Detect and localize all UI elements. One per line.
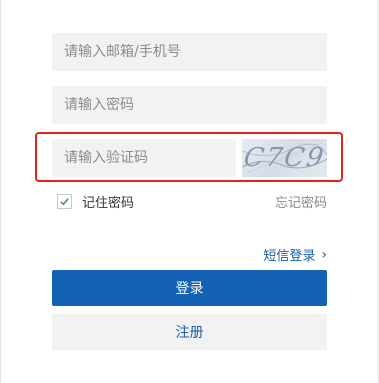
sms-login-link[interactable]: 短信登录 › (263, 245, 327, 265)
email-phone-field[interactable] (52, 33, 327, 71)
forgot-password-link[interactable]: 忘记密码 (275, 192, 327, 211)
remember-checkbox[interactable] (57, 194, 72, 209)
remember-password[interactable]: 记住密码 (57, 192, 134, 211)
register-button[interactable]: 注册 (52, 314, 327, 350)
remember-label: 记住密码 (82, 196, 135, 211)
check-icon (60, 198, 69, 206)
captcha-highlight-box (35, 132, 343, 182)
login-button[interactable]: 登录 (52, 270, 327, 306)
password-field[interactable] (52, 86, 327, 124)
sms-login-label: 短信登录 (263, 249, 316, 264)
left-border (0, 0, 1, 383)
email-phone-input[interactable] (64, 44, 327, 60)
password-input[interactable] (64, 97, 327, 113)
chevron-right-icon: › (321, 246, 327, 263)
